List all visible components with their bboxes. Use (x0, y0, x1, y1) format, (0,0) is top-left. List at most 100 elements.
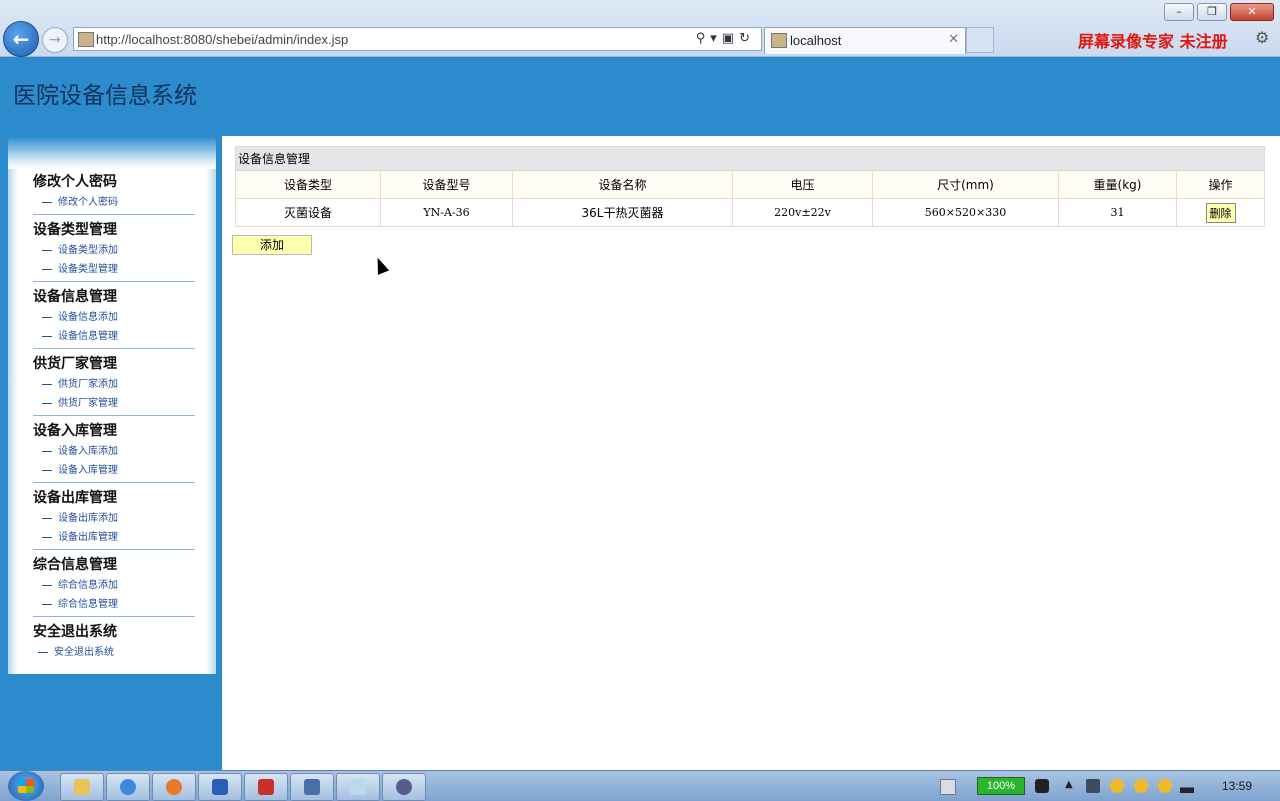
sidebar-item-label: 设备出库添加 (58, 513, 118, 524)
menu-group-device-info: 设备信息管理 设备信息添加 设备信息管理 (33, 286, 195, 349)
sidebar-item-logout[interactable]: 安全退出系统 (33, 643, 195, 662)
sidebar-item-device-info-manage[interactable]: 设备信息管理 (33, 327, 195, 346)
dash-icon (42, 603, 52, 605)
dash-icon (42, 383, 52, 385)
new-tab-button[interactable] (966, 27, 994, 53)
menu-group-stock-in: 设备入库管理 设备入库添加 设备入库管理 (33, 420, 195, 483)
folder-icon (74, 779, 90, 795)
column-header: 电压 (732, 170, 873, 199)
minimize-button[interactable]: – (1164, 3, 1194, 21)
taskbar-eclipse-button[interactable] (382, 773, 426, 801)
column-header: 重量(kg) (1058, 170, 1177, 199)
table-header-row: 设备类型 设备型号 设备名称 电压 尺寸(mm) 重量(kg) 操作 (235, 170, 1265, 199)
system-tray: 100% ▲ 13:59 (930, 771, 1280, 801)
page-header: 医院设备信息系统 (0, 57, 1280, 136)
sidebar-item-supplier-manage[interactable]: 供货厂家管理 (33, 394, 195, 413)
sidebar-item-label: 设备出库管理 (58, 532, 118, 543)
start-button[interactable] (8, 771, 44, 801)
sidebar-item-stock-out-manage[interactable]: 设备出库管理 (33, 528, 195, 547)
recorder-watermark: 屏幕录像专家 未注册 (1078, 32, 1228, 51)
sidebar-item-label: 设备类型管理 (58, 264, 118, 275)
cell-action: 删除 (1176, 198, 1265, 227)
delete-button[interactable]: 删除 (1205, 202, 1236, 223)
sidebar-item-device-info-add[interactable]: 设备信息添加 (33, 308, 195, 327)
sidebar-item-device-type-add[interactable]: 设备类型添加 (33, 241, 195, 260)
sidebar-item-label: 设备信息管理 (58, 331, 118, 342)
taskbar-ie-button[interactable] (106, 773, 150, 801)
sidebar-item-label: 供货厂家添加 (58, 379, 118, 390)
volume-icon[interactable] (1086, 779, 1100, 793)
tab-favicon-icon (771, 33, 787, 48)
gear-icon[interactable]: ⚙ (1255, 28, 1269, 47)
sidebar-item-general-add[interactable]: 综合信息添加 (33, 576, 195, 595)
menu-group-password: 修改个人密码 修改个人密码 (33, 171, 195, 215)
window-controls: – ❐ ✕ (1164, 3, 1274, 21)
system-title: 医院设备信息系统 (13, 83, 197, 109)
sidebar-item-supplier-add[interactable]: 供货厂家添加 (33, 375, 195, 394)
add-button[interactable]: 添加 (232, 235, 312, 255)
column-header: 设备型号 (380, 170, 513, 199)
battery-indicator[interactable]: 100% (977, 777, 1025, 795)
dash-icon (42, 536, 52, 538)
sidebar-item-label: 综合信息添加 (58, 580, 118, 591)
sidebar-item-change-password[interactable]: 修改个人密码 (33, 193, 195, 212)
sidebar-item-label: 综合信息管理 (58, 599, 118, 610)
ie-icon (120, 779, 136, 795)
taskbar: 100% ▲ 13:59 (0, 770, 1280, 801)
address-bar[interactable]: http://localhost:8080/shebei/admin/index… (73, 27, 762, 51)
taskbar-word-button[interactable] (198, 773, 242, 801)
menu-group-device-type: 设备类型管理 设备类型添加 设备类型管理 (33, 219, 195, 282)
cell-voltage: 220v±22v (732, 198, 873, 227)
notepad-icon (350, 779, 366, 795)
eclipse-icon (396, 779, 412, 795)
column-header: 设备名称 (512, 170, 733, 199)
forward-button[interactable]: → (42, 27, 68, 53)
menu-panel-cap (8, 137, 216, 169)
taskbar-network-button[interactable] (290, 773, 334, 801)
column-header: 尺寸(mm) (872, 170, 1059, 199)
sidebar-item-device-type-manage[interactable]: 设备类型管理 (33, 260, 195, 279)
refresh-icon[interactable]: ↻ (739, 31, 755, 46)
taskbar-recorder-button[interactable] (244, 773, 288, 801)
sidebar-item-stock-in-add[interactable]: 设备入库添加 (33, 442, 195, 461)
menu-group-general: 综合信息管理 综合信息添加 综合信息管理 (33, 554, 195, 617)
compat-view-icon[interactable]: ▣ (722, 31, 739, 46)
sidebar-item-label: 供货厂家管理 (58, 398, 118, 409)
dash-icon (42, 584, 52, 586)
dropdown-icon[interactable]: ▾ (710, 31, 722, 46)
menu-panel: 修改个人密码 修改个人密码 设备类型管理 设备类型添加 设备类型管理 设备信息管… (8, 137, 216, 674)
qq-icon[interactable] (1110, 779, 1124, 793)
signal-icon[interactable] (1180, 779, 1194, 793)
menu-group-title: 修改个人密码 (33, 174, 117, 190)
qq-icon[interactable] (1158, 779, 1172, 793)
sidebar-item-label: 安全退出系统 (54, 647, 114, 658)
cell-device-type: 灭菌设备 (235, 198, 381, 227)
sidebar-item-stock-in-manage[interactable]: 设备入库管理 (33, 461, 195, 480)
taskbar-clock[interactable]: 13:59 (1222, 779, 1252, 793)
restore-button[interactable]: ❐ (1197, 3, 1227, 21)
close-window-button[interactable]: ✕ (1230, 3, 1274, 21)
dash-icon (42, 201, 52, 203)
sidebar-item-general-manage[interactable]: 综合信息管理 (33, 595, 195, 614)
sidebar-item-label: 设备信息添加 (58, 312, 118, 323)
recorder-icon (258, 779, 274, 795)
tab-close-icon[interactable]: ✕ (948, 32, 959, 47)
keyboard-icon[interactable] (940, 779, 956, 795)
back-button[interactable]: ← (3, 21, 39, 57)
taskbar-explorer-button[interactable] (60, 773, 104, 801)
table-row: 灭菌设备 YN-A-36 36L干热灭菌器 220v±22v 560×520×3… (235, 198, 1265, 227)
show-hidden-icons-icon[interactable]: ▲ (1065, 779, 1079, 793)
address-tools[interactable]: ⚲▾▣↻ (696, 31, 755, 46)
qq-icon[interactable] (1134, 779, 1148, 793)
search-icon[interactable]: ⚲ (696, 31, 711, 46)
sidebar: 修改个人密码 修改个人密码 设备类型管理 设备类型添加 设备类型管理 设备信息管… (0, 136, 222, 770)
browser-tab[interactable]: localhost ✕ (764, 27, 966, 54)
menu-group-title: 安全退出系统 (33, 624, 117, 640)
taskbar-notepad-button[interactable] (336, 773, 380, 801)
dash-icon (42, 517, 52, 519)
taskbar-firefox-button[interactable] (152, 773, 196, 801)
power-plug-icon[interactable] (1035, 779, 1049, 793)
sidebar-item-label: 设备入库添加 (58, 446, 118, 457)
address-url[interactable]: http://localhost:8080/shebei/admin/index… (96, 32, 348, 47)
sidebar-item-stock-out-add[interactable]: 设备出库添加 (33, 509, 195, 528)
